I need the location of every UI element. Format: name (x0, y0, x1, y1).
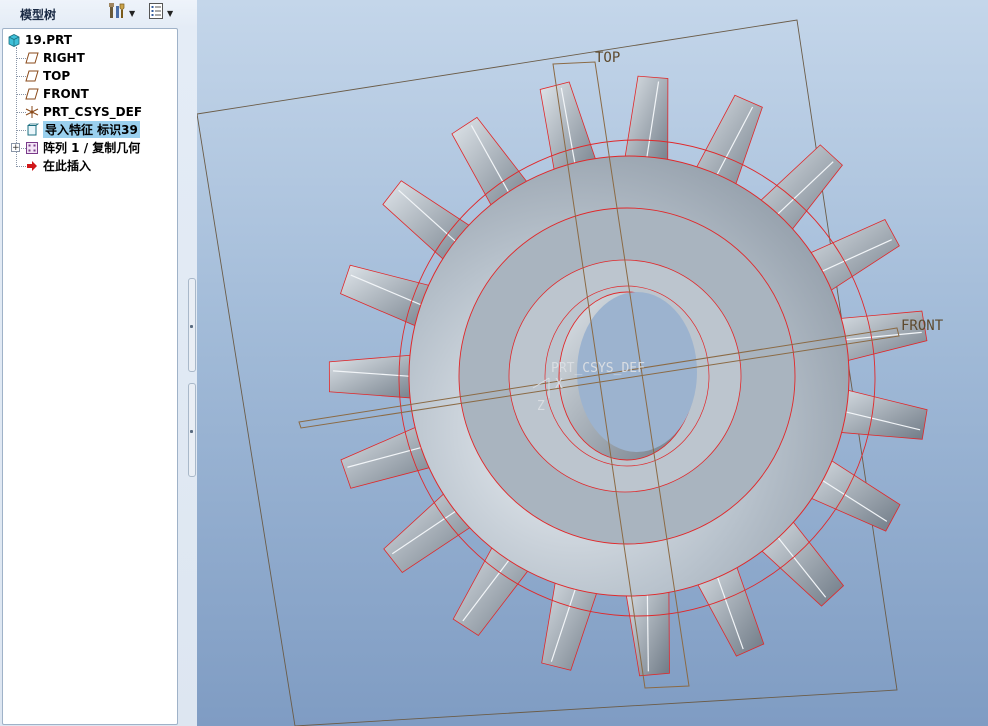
expand-toggle[interactable]: + (11, 143, 20, 153)
tree-item-top-plane[interactable]: TOP (25, 67, 70, 84)
insert-here-arrow-icon (25, 159, 39, 173)
part-icon (7, 33, 21, 47)
tree-item-import-feature[interactable]: 导入特征 标识39 (25, 121, 140, 138)
model-tree-header: 模型树 ▼ ▼ (0, 0, 197, 28)
tools-icon (108, 2, 126, 24)
chevron-down-icon: ▼ (167, 8, 174, 18)
datum-label-front[interactable]: FRONT (901, 318, 944, 334)
tree-item-pattern[interactable]: 阵列 1 / 复制几何 (25, 139, 140, 156)
panel-title: 模型树 (20, 8, 57, 22)
tree-item-label: TOP (43, 68, 71, 83)
tree-item-label: PRT_CSYS_DEF (43, 104, 143, 119)
tree-item-part[interactable]: 19.PRT (7, 31, 72, 48)
csys-axis-z-label: Z (537, 399, 545, 414)
model-canvas[interactable]: TOP FRONT PRT_CSYS_DEF Z X (197, 0, 988, 726)
tree-item-label: 阵列 1 / 复制几何 (43, 141, 141, 155)
panel-splitter[interactable] (180, 28, 196, 725)
datum-plane-icon (25, 69, 39, 83)
tree-item-label: RIGHT (43, 50, 85, 65)
csys-axis-x-label: X (555, 377, 563, 392)
tree-item-front-plane[interactable]: FRONT (25, 85, 89, 102)
tree-item-insert-here[interactable]: 在此插入 (25, 157, 91, 174)
tree-item-label: 19.PRT (25, 32, 72, 47)
chevron-down-icon: ▼ (129, 8, 136, 18)
csys-icon (25, 105, 39, 119)
list-icon (148, 2, 164, 24)
datum-plane-icon (25, 87, 39, 101)
model-tree: + 19.PRT RIGHT TOP FRONT PRT_CSYS_DEF 导入… (2, 28, 178, 725)
tree-item-csys[interactable]: PRT_CSYS_DEF (25, 103, 142, 120)
pattern-icon (25, 141, 39, 155)
tree-item-right-plane[interactable]: RIGHT (25, 49, 85, 66)
splitter-grip[interactable] (188, 278, 196, 372)
graphics-viewport[interactable]: TOP FRONT PRT_CSYS_DEF Z X (197, 0, 988, 726)
tree-item-label: FRONT (43, 86, 89, 101)
datum-label-top[interactable]: TOP (595, 50, 620, 66)
tree-item-label: 导入特征 标识39 (43, 121, 140, 138)
datum-plane-icon (25, 51, 39, 65)
settings-dropdown-button[interactable]: ▼ (108, 2, 136, 24)
import-feature-icon (25, 123, 39, 137)
model-tree-panel: 模型树 ▼ ▼ + 19.PRT RIGHT TOP FRONT PRT_CSY… (0, 0, 197, 726)
splitter-grip[interactable] (188, 383, 196, 477)
show-dropdown-button[interactable]: ▼ (148, 2, 174, 24)
csys-label[interactable]: PRT_CSYS_DEF (551, 361, 645, 376)
tree-item-label: 在此插入 (43, 159, 92, 173)
